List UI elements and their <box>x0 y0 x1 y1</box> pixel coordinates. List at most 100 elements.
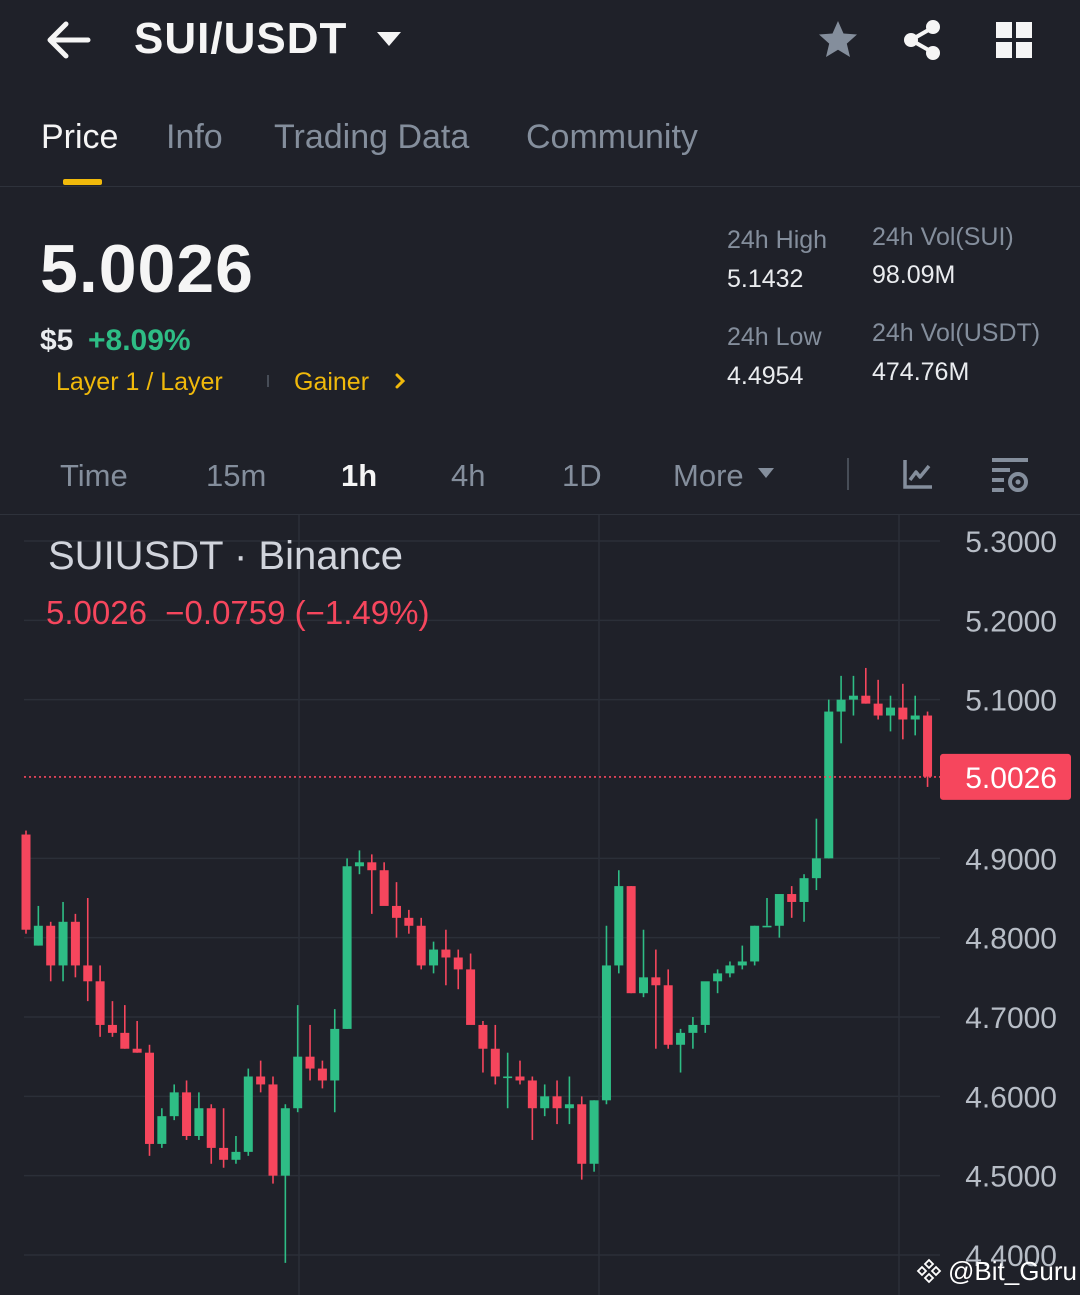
candle <box>46 921 56 982</box>
interval-time[interactable]: Time <box>60 458 128 494</box>
candle-body <box>737 961 747 966</box>
candle-body <box>367 862 377 871</box>
candle-body <box>70 921 80 966</box>
candle <box>219 1108 229 1168</box>
candle-body <box>713 973 723 982</box>
interval-1h[interactable]: 1h <box>341 458 377 494</box>
candle-body <box>774 894 784 926</box>
interval-4h[interactable]: 4h <box>451 458 485 494</box>
candle-body <box>280 1108 290 1176</box>
candle <box>416 917 426 970</box>
candle-body <box>392 905 401 918</box>
star-icon[interactable] <box>816 18 860 62</box>
share-icon[interactable] <box>900 18 944 62</box>
interval-15m[interactable]: 15m <box>206 458 266 494</box>
candle <box>132 1020 142 1053</box>
candle <box>83 898 93 1002</box>
candle-body <box>910 715 920 720</box>
caret-down-icon[interactable] <box>376 30 402 48</box>
volume-quote-label: 24h Vol(USDT) <box>872 319 1041 347</box>
tab-community[interactable]: Community <box>526 118 698 157</box>
candle-body <box>873 703 883 716</box>
candle-body <box>219 1147 229 1160</box>
interval-1d[interactable]: 1D <box>562 458 602 494</box>
candle <box>404 909 414 934</box>
candle <box>107 1001 117 1037</box>
low-value: 4.4954 <box>727 362 804 390</box>
indicator-icon[interactable] <box>902 458 934 490</box>
candle-body <box>799 878 809 902</box>
candle <box>923 711 933 787</box>
candle <box>503 1052 513 1109</box>
candle-body <box>145 1052 154 1144</box>
candlestick-chart[interactable]: 5.3000 5.2000 5.1000 4.9000 4.8000 4.7000 4.60… <box>0 515 1080 1295</box>
chevron-right-icon[interactable] <box>394 372 406 390</box>
interval-more[interactable]: More <box>673 458 744 494</box>
back-arrow-icon[interactable] <box>44 18 92 62</box>
volume-base-label: 24h Vol(SUI) <box>872 223 1014 251</box>
candle <box>910 695 920 736</box>
tab-price[interactable]: Price <box>41 118 118 157</box>
candle <box>527 1076 537 1140</box>
candle-body <box>651 977 661 986</box>
candle <box>33 905 43 946</box>
candle-body <box>120 1032 130 1049</box>
candle <box>280 1104 290 1263</box>
candle <box>367 854 377 914</box>
candle <box>614 870 624 974</box>
candle-body <box>824 711 834 859</box>
category-tag[interactable]: Layer 1 / Layer <box>56 368 223 397</box>
candle-body <box>83 965 93 982</box>
candle-body <box>886 707 895 716</box>
tab-trading-data[interactable]: Trading Data <box>274 118 469 157</box>
candle-body <box>182 1092 192 1136</box>
usd-price: $5 <box>40 324 74 357</box>
candle-body <box>293 1056 303 1109</box>
candle <box>725 961 735 978</box>
candle <box>700 981 710 1033</box>
candle-body <box>577 1104 587 1164</box>
chart-settings-icon[interactable] <box>990 456 1030 494</box>
candle <box>787 886 797 918</box>
candle <box>293 1005 303 1113</box>
tab-info[interactable]: Info <box>166 118 223 157</box>
candle <box>750 925 760 966</box>
candle-body <box>700 981 710 1025</box>
pair-title[interactable]: SUI/USDT <box>134 14 347 64</box>
caret-down-icon[interactable] <box>758 467 774 479</box>
y-tick-label: 5.3000 <box>965 526 1057 559</box>
candle-body <box>762 925 772 928</box>
candle <box>836 675 846 744</box>
watermark: @Bit_Guru <box>948 1256 1077 1286</box>
candle-body <box>46 925 56 966</box>
candle-body <box>564 1104 574 1109</box>
candle <box>601 925 611 1105</box>
gainer-tag[interactable]: Gainer <box>294 368 369 397</box>
grid-icon[interactable] <box>994 20 1034 60</box>
candle <box>589 1100 599 1172</box>
y-tick-label: 4.8000 <box>965 923 1057 956</box>
candle-body <box>811 858 821 879</box>
candle <box>466 953 476 1025</box>
active-tab-indicator <box>63 179 102 185</box>
y-tick-label: 4.6000 <box>965 1081 1057 1114</box>
candle-body <box>503 1076 513 1079</box>
candle-body <box>466 969 476 1025</box>
candle-body <box>429 949 439 966</box>
candle-body <box>317 1068 327 1081</box>
candle <box>120 1005 130 1049</box>
candle <box>243 1068 253 1156</box>
candle-body <box>848 695 858 700</box>
candle <box>145 1044 154 1156</box>
divider <box>847 458 849 490</box>
candle-body <box>601 965 611 1101</box>
candle <box>194 1092 204 1140</box>
candle-body <box>639 977 648 994</box>
candle-body <box>256 1076 266 1085</box>
chart-symbol-title: SUIUSDT · Binance <box>48 534 403 578</box>
y-tick-label: 4.7000 <box>965 1002 1057 1035</box>
candle <box>577 1096 587 1180</box>
candle-body <box>342 866 352 1029</box>
candle-body <box>676 1032 686 1045</box>
y-tick-label: 4.9000 <box>965 843 1057 876</box>
